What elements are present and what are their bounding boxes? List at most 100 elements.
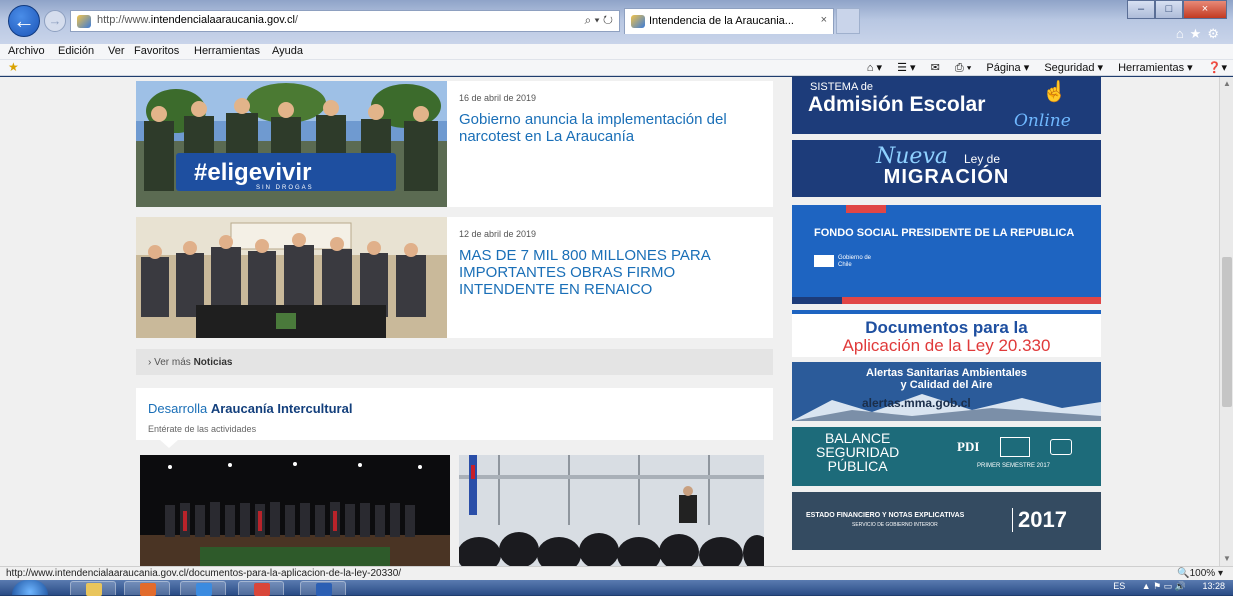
clock[interactable]: 13:28 — [1202, 581, 1225, 591]
search-refresh-icon[interactable]: ⌕ ▾ ↻ — [584, 13, 613, 28]
banner-admision-escolar[interactable]: SISTEMA de Admisión Escolar Online ☝ — [792, 77, 1101, 134]
menu-ver[interactable]: Ver — [108, 45, 125, 57]
intercultural-title[interactable]: Desarrolla Araucanía Intercultural — [148, 401, 352, 416]
banner-documentos-ley[interactable]: Documentos para la Aplicación de la Ley … — [792, 310, 1101, 357]
scroll-up-icon[interactable]: ▲ — [1222, 79, 1232, 89]
flag-red-stripe — [846, 205, 886, 213]
security-menu[interactable]: Seguridad ▾ — [1044, 62, 1103, 74]
home-menu-icon[interactable]: ⌂ ▾ — [867, 62, 882, 74]
taskbar-ie[interactable] — [180, 581, 226, 596]
news-card-narcotest[interactable]: #eligevivir SIN DROGAS 16 de abril de 20… — [136, 81, 773, 207]
command-bar: ⌂ ▾ ☰ ▾ ✉ ⎙ ▾ Página ▾ Seguridad ▾ Herra… — [855, 61, 1227, 75]
alertas-line2: y Calidad del Aire — [900, 379, 993, 391]
home-favorites-settings-icon[interactable]: ⌂★⚙ — [1176, 26, 1225, 42]
sin-drogas-photo-text: SIN DROGAS — [256, 185, 314, 191]
maximize-button[interactable]: □ — [1155, 0, 1183, 19]
news-title-link[interactable]: Gobierno anuncia la implementación del n… — [459, 111, 749, 145]
hand-pointer-icon: ☝ — [1042, 81, 1067, 103]
admision-line3: Online — [1014, 111, 1071, 131]
menu-bar: Archivo Edición Ver Favoritos Herramient… — [0, 44, 1233, 60]
forward-button[interactable]: → — [44, 10, 66, 32]
gallery-photo-stage[interactable] — [140, 455, 450, 566]
news-date: 16 de abril de 2019 — [459, 93, 537, 103]
flag-blue-stripe — [792, 297, 842, 304]
taskbar-word[interactable] — [300, 581, 346, 596]
new-tab-button[interactable] — [836, 8, 860, 34]
news-photo-narcotest[interactable]: #eligevivir SIN DROGAS — [136, 81, 447, 207]
feeds-menu-icon[interactable]: ☰ ▾ — [897, 62, 915, 74]
flag-red-base — [842, 297, 1101, 304]
page-viewport: #eligevivir SIN DROGAS 16 de abril de 20… — [0, 77, 1219, 566]
fondo-logo-text: Gobierno de Chile — [838, 255, 872, 268]
minimize-button[interactable]: – — [1127, 0, 1155, 19]
tab-favicon-icon — [631, 15, 645, 28]
ver-mas-noticias-link[interactable]: › Ver más Noticias — [136, 349, 773, 375]
menu-edicion[interactable]: Edición — [58, 45, 94, 57]
address-bar[interactable]: http://www.intendencialaaraucania.gov.cl… — [70, 10, 620, 32]
intercultural-header: Desarrolla Araucanía Intercultural Entér… — [136, 388, 773, 448]
zoom-level[interactable]: 🔍100% ▾ — [1177, 568, 1223, 579]
banner-alertas-sanitarias[interactable]: Alertas Sanitarias Ambientales y Calidad… — [792, 362, 1101, 421]
intercultural-subtitle: Entérate de las actividades — [148, 424, 257, 434]
help-menu-icon[interactable]: ❓▾ — [1208, 62, 1227, 74]
mail-icon[interactable]: ✉ — [931, 62, 940, 74]
favorites-bar: ★ ⌂ ▾ ☰ ▾ ✉ ⎙ ▾ Página ▾ Seguridad ▾ Her… — [0, 60, 1233, 76]
documentos-line1: Documentos para la — [865, 318, 1028, 337]
status-url: http://www.intendencialaaraucania.gov.cl… — [6, 568, 402, 579]
internet-explorer-icon — [196, 583, 212, 596]
language-indicator[interactable]: ES — [1113, 581, 1125, 591]
start-button[interactable] — [12, 580, 48, 595]
police-shield-icon — [1000, 437, 1030, 457]
news-card-renaico[interactable]: 12 de abril de 2019 MAS DE 7 MIL 800 MIL… — [136, 217, 773, 338]
system-tray: ES ▲ ⚑ ▭ 🔊 13:28 — [1099, 581, 1225, 592]
print-menu-icon[interactable]: ⎙ ▾ — [955, 62, 971, 74]
news-title-link[interactable]: MAS DE 7 MIL 800 MILLONES PARA IMPORTANT… — [459, 247, 749, 298]
estado-divider — [1012, 508, 1013, 532]
migracion-line1b: Ley de — [964, 152, 1001, 166]
scroll-thumb[interactable] — [1222, 257, 1232, 407]
tab-close-icon[interactable]: × — [821, 14, 827, 26]
news-photo-renaico[interactable] — [136, 217, 447, 338]
page-menu[interactable]: Página ▾ — [986, 62, 1029, 74]
gallery-photo-audience[interactable] — [459, 455, 764, 566]
admision-line1: SISTEMA de — [810, 81, 873, 93]
gobierno-logo-icon — [814, 255, 834, 267]
menu-favoritos[interactable]: Favoritos — [134, 45, 179, 57]
balance-line1: BALANCE — [824, 430, 891, 446]
taskbar-chrome[interactable] — [238, 581, 284, 596]
tools-menu[interactable]: Herramientas ▾ — [1118, 62, 1193, 74]
estado-year: 2017 — [1018, 507, 1067, 532]
taskbar-media[interactable] — [124, 581, 170, 596]
taskbar-explorer[interactable] — [70, 581, 116, 596]
folder-icon — [86, 583, 102, 596]
tab-title: Intendencia de la Araucania... — [649, 15, 794, 27]
balance-small: PRIMER SEMESTRE 2017 — [977, 463, 1051, 469]
menu-archivo[interactable]: Archivo — [8, 45, 45, 57]
header-notch — [160, 440, 178, 448]
window-controls: – □ × — [1127, 0, 1227, 20]
estado-line1: ESTADO FINANCIERO Y NOTAS EXPLICATIVAS — [806, 512, 965, 519]
banner-ley-migracion[interactable]: Nueva Ley de MIGRACIÓN — [792, 140, 1101, 197]
tray-icons[interactable]: ▲ ⚑ ▭ 🔊 — [1142, 581, 1186, 591]
media-player-icon — [140, 583, 156, 596]
fondo-title: FONDO SOCIAL PRESIDENTE DE LA REPUBLICA — [814, 227, 1075, 239]
tab-intendencia[interactable]: Intendencia de la Araucania... × — [624, 8, 834, 34]
back-button[interactable]: ← — [8, 5, 40, 37]
favorites-star-icon[interactable]: ★ — [8, 60, 19, 74]
windows-taskbar: ES ▲ ⚑ ▭ 🔊 13:28 — [0, 580, 1233, 596]
alertas-line3: alertas.mma.gob.cl — [862, 396, 971, 410]
word-icon — [316, 583, 332, 596]
menu-herramientas[interactable]: Herramientas — [194, 45, 260, 57]
vertical-scrollbar[interactable]: ▲ ▼ — [1219, 77, 1233, 566]
balance-text: BALANCE SEGURIDAD PÚBLICA — [816, 431, 899, 473]
alertas-line1: Alertas Sanitarias Ambientales — [866, 367, 1027, 379]
banner-fondo-social[interactable]: FONDO SOCIAL PRESIDENTE DE LA REPUBLICA … — [792, 205, 1101, 304]
close-window-button[interactable]: × — [1183, 0, 1227, 19]
banner-balance-seguridad[interactable]: BALANCE SEGURIDAD PÚBLICA PDI PRIMER SEM… — [792, 427, 1101, 486]
banner-estado-financiero[interactable]: ESTADO FINANCIERO Y NOTAS EXPLICATIVAS S… — [792, 492, 1101, 550]
balance-line2: SEGURIDAD — [816, 444, 900, 460]
migracion-line2: MIGRACIÓN — [883, 166, 1010, 188]
address-url[interactable]: http://www.intendencialaaraucania.gov.cl… — [97, 14, 298, 26]
menu-ayuda[interactable]: Ayuda — [272, 45, 303, 57]
scroll-down-icon[interactable]: ▼ — [1222, 554, 1232, 564]
